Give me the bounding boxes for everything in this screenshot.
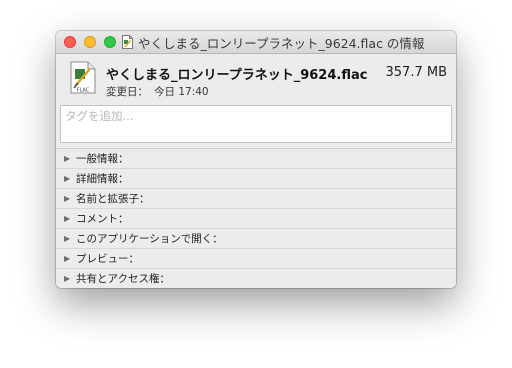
disclosure-triangle-icon[interactable]: ▶ — [64, 214, 76, 223]
info-header: FLAC やくしまる_ロンリープラネット_9624.flac 357.7 MB … — [56, 54, 456, 103]
flac-document-icon: FLAC — [70, 61, 96, 94]
section-label: プレビュー： — [76, 253, 139, 265]
section-label: このアプリケーションで開く： — [76, 233, 223, 245]
get-info-window: やくしまる_ロンリープラネット_9624.flac の情報 FLAC やくしまる… — [56, 31, 456, 288]
disclosure-triangle-icon[interactable]: ▶ — [64, 234, 76, 243]
window-title: やくしまる_ロンリープラネット_9624.flac の情報 — [138, 35, 425, 51]
section-label: 詳細情報： — [76, 173, 129, 185]
file-type-label: FLAC — [77, 88, 90, 94]
section-open-with[interactable]: ▶ このアプリケーションで開く： — [56, 228, 456, 248]
disclosure-triangle-icon[interactable]: ▶ — [64, 274, 76, 283]
file-size: 357.7 MB — [385, 65, 447, 80]
zoom-button[interactable] — [104, 36, 116, 48]
window-title-group: やくしまる_ロンリープラネット_9624.flac の情報 — [122, 34, 425, 51]
section-general[interactable]: ▶ 一般情報： — [56, 148, 456, 168]
modified-value: 今日 17:40 — [154, 86, 209, 98]
section-preview[interactable]: ▶ プレビュー： — [56, 248, 456, 268]
disclosure-triangle-icon[interactable]: ▶ — [64, 254, 76, 263]
modified-date-row: 変更日： 今日 17:40 — [106, 84, 209, 99]
title-bar[interactable]: やくしまる_ロンリープラネット_9624.flac の情報 — [56, 31, 456, 54]
section-sharing-permissions[interactable]: ▶ 共有とアクセス権： — [56, 268, 456, 288]
file-name: やくしまる_ロンリープラネット_9624.flac — [106, 68, 368, 83]
document-icon — [122, 35, 133, 49]
section-more-info[interactable]: ▶ 詳細情報： — [56, 168, 456, 188]
section-comments[interactable]: ▶ コメント： — [56, 208, 456, 228]
disclosure-triangle-icon[interactable]: ▶ — [64, 174, 76, 183]
section-label: コメント： — [76, 213, 129, 225]
disclosure-triangle-icon[interactable]: ▶ — [64, 194, 76, 203]
tags-input[interactable] — [60, 105, 452, 143]
section-name-extension[interactable]: ▶ 名前と拡張子： — [56, 188, 456, 208]
modified-label: 変更日： — [106, 86, 148, 98]
disclosure-triangle-icon[interactable]: ▶ — [64, 154, 76, 163]
section-label: 名前と拡張子： — [76, 193, 150, 205]
info-sections: ▶ 一般情報： ▶ 詳細情報： ▶ 名前と拡張子： ▶ コメント： ▶ このアプ… — [56, 148, 456, 288]
section-label: 一般情報： — [76, 153, 129, 165]
minimize-button[interactable] — [84, 36, 96, 48]
close-button[interactable] — [64, 36, 76, 48]
section-label: 共有とアクセス権： — [76, 273, 170, 285]
